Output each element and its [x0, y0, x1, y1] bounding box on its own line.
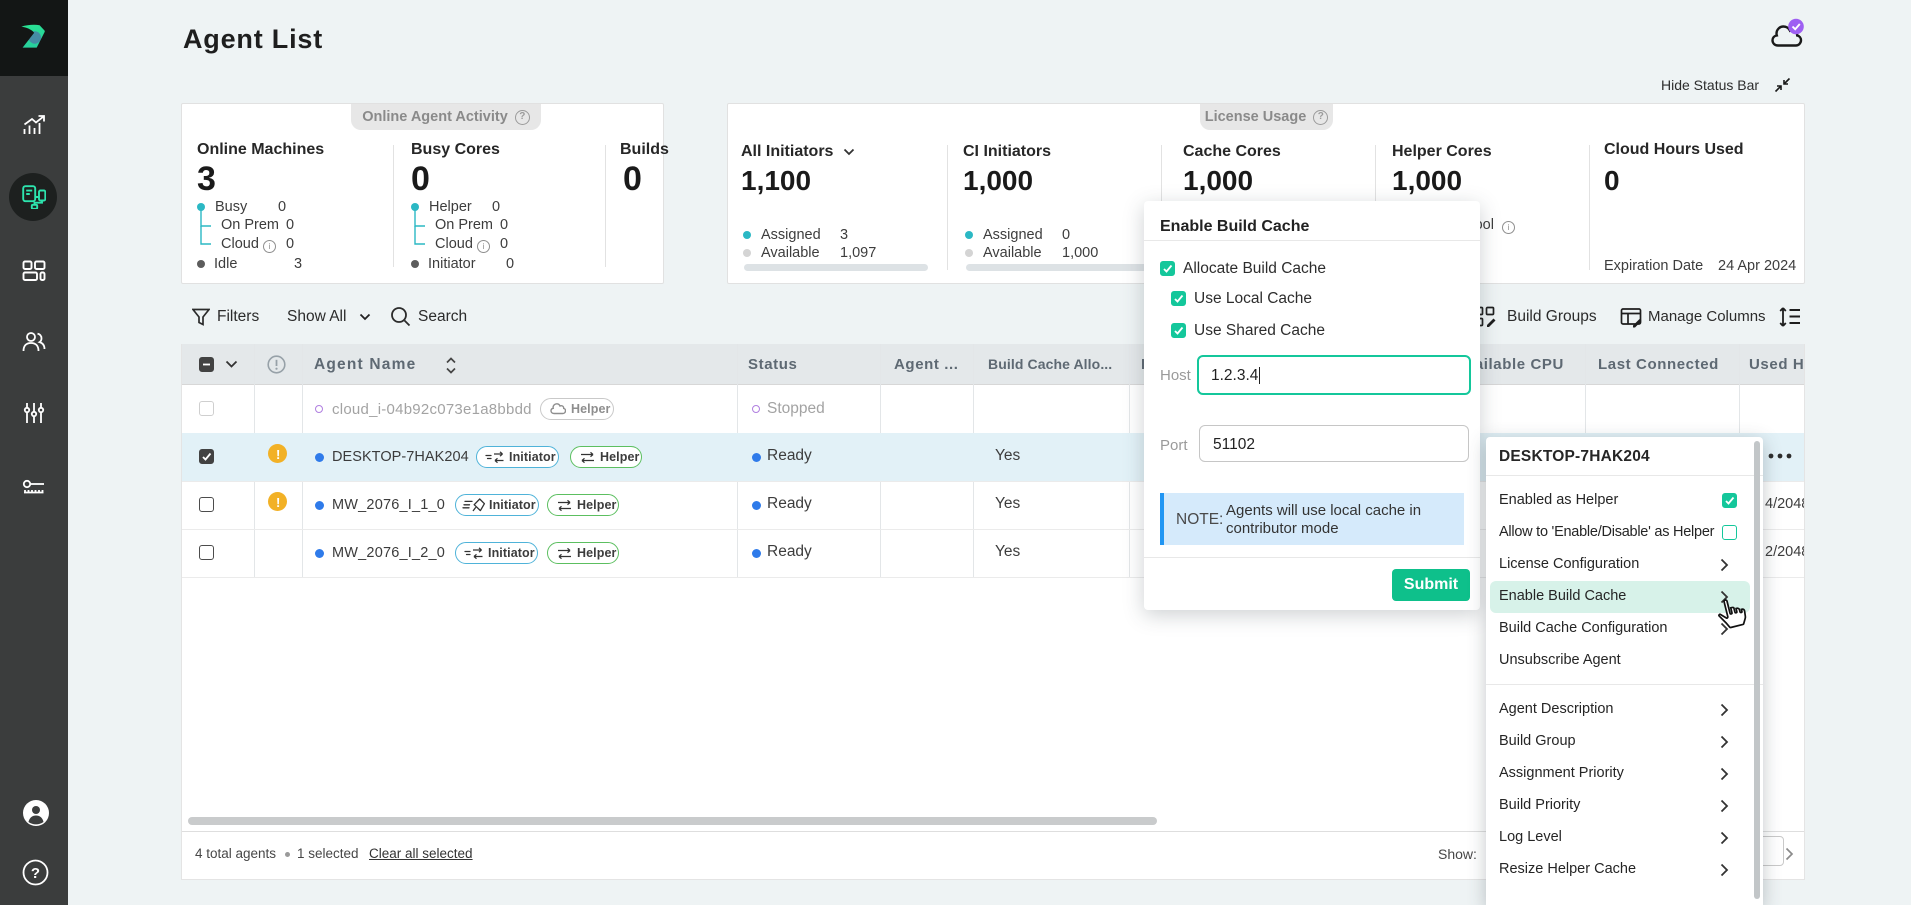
svg-text:?: ? — [31, 865, 40, 882]
